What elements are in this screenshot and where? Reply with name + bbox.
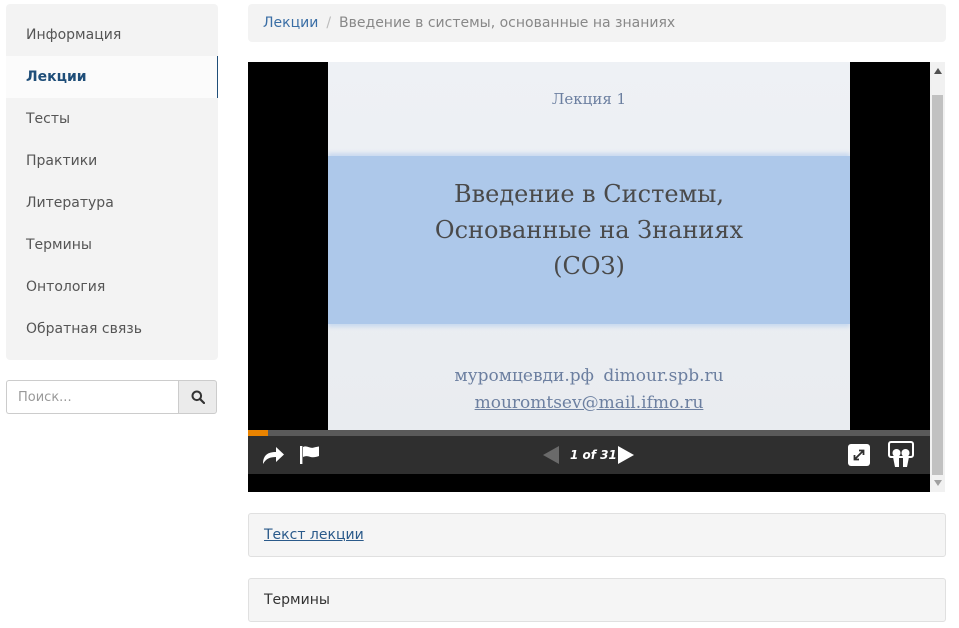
- scroll-up-arrow[interactable]: [930, 64, 945, 78]
- share-button[interactable]: [260, 443, 286, 467]
- player-controls: 1 of 31: [248, 436, 930, 474]
- search-form: [6, 380, 217, 414]
- flag-icon: [300, 446, 319, 464]
- sidebar-item-literature[interactable]: Литература: [6, 182, 218, 224]
- slide-title-line: Основанные на Знаниях: [434, 216, 744, 244]
- lecture-text-link[interactable]: Текст лекции: [264, 527, 364, 543]
- slide-email-link[interactable]: mouromtsev@mail.ifmo.ru: [328, 393, 850, 413]
- breadcrumb: Лекции / Введение в системы, основанные на…: [248, 4, 946, 42]
- slide-websites: муромцевди.рф dimour.spb.ru: [454, 366, 724, 386]
- breadcrumb-current: Введение в системы, основанные на знания…: [339, 15, 676, 31]
- chevron-up-icon: [933, 68, 942, 74]
- breadcrumb-link-lectures[interactable]: Лекции: [263, 15, 318, 31]
- slide-kicker: Лекция 1: [551, 90, 627, 108]
- sidebar-item-lectures[interactable]: Лекции: [6, 56, 218, 98]
- prev-icon: [543, 446, 559, 464]
- terms-panel[interactable]: Термины: [248, 578, 946, 622]
- sidebar-item-tests[interactable]: Тесты: [6, 98, 218, 140]
- slideshow-player: Лекция 1 Введение в Системы, Основанные …: [248, 62, 930, 492]
- sidebar-nav: Информация Лекции Тесты Практики Литерат…: [6, 4, 218, 360]
- sidebar-item-ontology[interactable]: Онтология: [6, 266, 218, 308]
- flag-button[interactable]: [298, 444, 320, 466]
- slide-counter: 1 of 31: [570, 448, 617, 462]
- sidebar-item-terms[interactable]: Термины: [6, 224, 218, 266]
- slide-canvas: Лекция 1 Введение в Системы, Основанные …: [328, 62, 850, 430]
- player-scrollbar[interactable]: [930, 62, 945, 492]
- chevron-down-icon: [933, 480, 942, 486]
- sidebar-item-info[interactable]: Информация: [6, 14, 218, 56]
- fullscreen-button[interactable]: [847, 443, 871, 467]
- slide-title: Введение в Системы, Основанные на Знания…: [328, 176, 850, 284]
- sidebar-item-feedback[interactable]: Обратная связь: [6, 308, 218, 350]
- slide-title-band: Введение в Системы, Основанные на Знания…: [328, 156, 850, 324]
- next-icon: [618, 446, 634, 464]
- share-icon: [263, 447, 284, 464]
- next-slide-button[interactable]: [615, 444, 637, 466]
- slide-title-line: Введение в Системы,: [454, 180, 724, 208]
- prev-slide-button[interactable]: [540, 444, 562, 466]
- search-button[interactable]: [178, 380, 217, 414]
- lecture-text-panel: Текст лекции: [248, 513, 946, 557]
- search-input[interactable]: [6, 380, 178, 414]
- sidebar-item-practices[interactable]: Практики: [6, 140, 218, 182]
- slideshare-logo-button[interactable]: [886, 440, 916, 470]
- terms-panel-title: Термины: [264, 592, 330, 608]
- search-icon: [191, 390, 205, 404]
- breadcrumb-separator: /: [326, 15, 332, 31]
- slideshare-logo-icon: [888, 441, 914, 467]
- slide-title-line: (СОЗ): [553, 252, 625, 280]
- scroll-down-arrow[interactable]: [930, 476, 945, 490]
- fullscreen-icon: [848, 444, 870, 466]
- scroll-thumb[interactable]: [932, 95, 943, 475]
